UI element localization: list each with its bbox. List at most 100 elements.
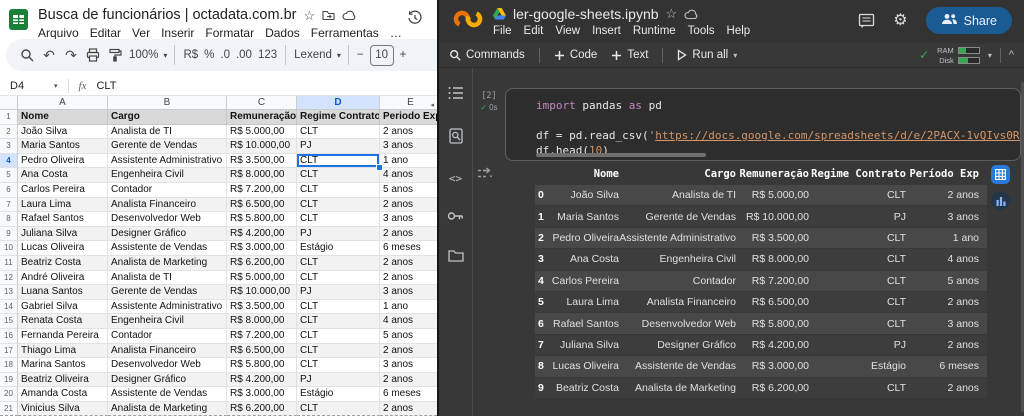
cell[interactable]: CLT [297,343,380,359]
cell[interactable]: Analista de TI [108,270,227,286]
selected-cell[interactable]: CLT [297,153,383,172]
cell[interactable]: 1 ano [380,153,437,169]
cell[interactable]: R$ 6.500,00 [227,343,297,359]
share-button[interactable]: Share [925,7,1012,34]
cell[interactable]: Analista Financeiro [108,197,227,213]
cell[interactable]: Desenvolvedor Web [108,212,227,227]
menu-item[interactable]: Insert [592,25,621,37]
menu-item[interactable]: Runtime [633,25,676,37]
row-number[interactable]: 15 [0,314,18,329]
cell[interactable]: Gerente de Vendas [108,139,227,154]
cell[interactable]: Estágio [297,241,380,256]
cell[interactable]: CLT [297,299,380,315]
cell[interactable]: R$ 5.800,00 [227,212,297,227]
code-snippets-icon[interactable]: <> [449,172,462,185]
cell[interactable]: Vinicius Silva [18,401,108,416]
files-folder-icon[interactable] [447,249,464,267]
code-link[interactable]: https://docs.google.com/spreadsheets/d/e… [655,129,1020,142]
cell[interactable]: Renata Costa [18,314,108,329]
cell[interactable]: André Oliveira [18,270,108,286]
cell[interactable]: R$ 8.000,00 [227,168,297,183]
commands-button[interactable]: Commands [449,49,525,61]
undo-icon[interactable]: ↶ [38,44,60,66]
decrease-font-size-button[interactable]: − [354,49,367,61]
cell[interactable]: Lucas Oliveira [18,241,108,256]
cell[interactable]: Cargo [108,110,227,125]
row-number[interactable]: 19 [0,372,18,388]
currency-format-button[interactable]: R$ [180,49,201,61]
corner-cell[interactable] [0,96,18,110]
interactive-table-button[interactable] [991,165,1010,184]
cell[interactable]: R$ 3.000,00 [227,241,297,256]
cell[interactable]: Designer Gráfico [108,226,227,242]
cell[interactable]: Ana Costa [18,168,108,183]
cell[interactable]: Marina Santos [18,358,108,373]
menu-item[interactable]: Ver [132,26,150,40]
cell[interactable]: Amanda Costa [18,387,108,402]
cell[interactable]: CLT [297,328,380,344]
cell[interactable]: Contador [108,328,227,344]
cell[interactable]: Contador [108,182,227,198]
cell[interactable]: CLT [297,255,380,271]
cell[interactable]: Beatriz Oliveira [18,372,108,388]
cell[interactable]: CLT [297,270,380,286]
cell[interactable]: CLT [297,401,380,416]
row-number[interactable]: 13 [0,285,18,300]
version-history-icon[interactable] [407,10,423,31]
resources-caret-icon[interactable]: ▾ [988,51,992,60]
cell[interactable]: CLT [297,358,380,373]
cell[interactable]: R$ 3.500,00 [227,153,297,169]
cell[interactable]: Assistente Administrativo [108,153,227,169]
cell[interactable]: 2 anos [380,270,437,286]
menu-item[interactable]: View [555,25,580,37]
cell[interactable]: Maria Santos [18,139,108,154]
cell[interactable]: R$ 6.200,00 [227,255,297,271]
star-icon[interactable]: ☆ [303,9,315,22]
cell[interactable]: R$ 5.000,00 [227,270,297,286]
row-number[interactable]: 14 [0,299,18,315]
cell[interactable]: Gabriel Silva [18,299,108,315]
row-number[interactable]: 12 [0,270,18,286]
cell[interactable]: 6 meses [380,387,437,402]
code-editor[interactable]: import pandas as pd df = pd.read_csv('ht… [536,98,1020,158]
cell[interactable]: 3 anos [380,212,437,227]
run-all-button[interactable]: Run all ▾ [677,49,737,61]
redo-icon[interactable]: ↷ [60,44,82,66]
cell[interactable]: 2 anos [380,372,437,388]
cell[interactable]: PJ [297,285,380,300]
cell-execution-gutter[interactable]: [2] ✓ 0s [476,91,502,112]
cell[interactable]: Estágio [297,387,380,402]
cell[interactable]: 3 anos [380,358,437,373]
cell[interactable]: 3 anos [380,285,437,300]
row-number[interactable]: 7 [0,197,18,213]
cell[interactable]: Juliana Silva [18,226,108,242]
cell[interactable]: João Silva [18,124,108,140]
cell[interactable]: Assistente Administrativo [108,299,227,315]
cell[interactable]: R$ 3.500,00 [227,299,297,315]
name-box[interactable]: D4 [0,80,54,92]
cell[interactable]: Carlos Pereira [18,182,108,198]
column-header-E[interactable]: E [380,96,437,110]
zoom-select[interactable]: 100% [126,49,161,61]
cell[interactable]: 4 anos [380,314,437,329]
cell[interactable]: Designer Gráfico [108,372,227,388]
cell[interactable]: R$ 6.200,00 [227,401,297,416]
row-number[interactable]: 10 [0,241,18,256]
add-code-button[interactable]: Code [554,49,597,61]
menu-item[interactable]: Arquivo [38,26,79,40]
cell[interactable]: CLT [297,212,380,227]
cell[interactable]: Analista de Marketing [108,401,227,416]
find-replace-icon[interactable] [448,128,463,149]
star-icon[interactable]: ☆ [666,6,678,22]
menu-item[interactable]: Inserir [161,26,194,40]
more-formats-button[interactable]: 123 [255,49,280,61]
menu-item[interactable]: Formatar [205,26,254,40]
decrease-decimal-button[interactable]: .0 [217,49,233,61]
formula-input[interactable]: CLT [96,80,116,92]
cell[interactable]: R$ 6.500,00 [227,197,297,213]
row-number[interactable]: 21 [0,401,18,416]
search-icon[interactable] [16,44,38,66]
column-header-B[interactable]: B [108,96,227,110]
cell[interactable]: CLT [297,124,380,140]
add-text-button[interactable]: Text [611,49,648,61]
